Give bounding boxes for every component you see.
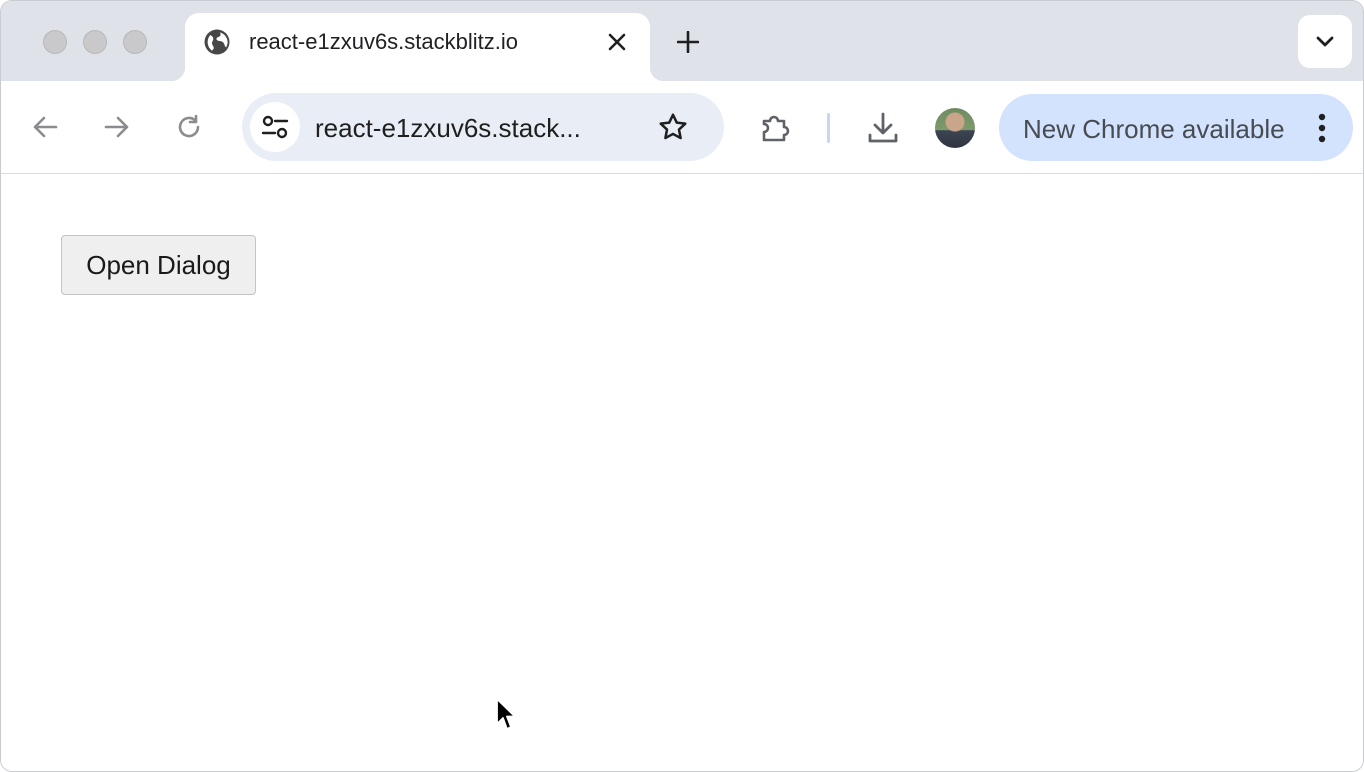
- update-chrome-chip[interactable]: New Chrome available: [999, 94, 1353, 161]
- back-button[interactable]: [27, 109, 63, 145]
- globe-icon: [202, 27, 232, 57]
- kebab-icon[interactable]: [1304, 108, 1340, 148]
- page-content: Open Dialog: [1, 175, 1363, 771]
- toolbar-divider: [827, 113, 830, 143]
- download-icon[interactable]: [863, 108, 903, 148]
- tab-strip: react-e1zxuv6s.stackblitz.io: [1, 1, 1363, 81]
- tab-title: react-e1zxuv6s.stackblitz.io: [249, 29, 518, 54]
- forward-button[interactable]: [99, 109, 135, 145]
- minimize-window-button[interactable]: [83, 30, 107, 54]
- tab-search-button[interactable]: [1298, 15, 1352, 68]
- tune-icon[interactable]: [250, 102, 300, 152]
- chevron-down-icon: [1316, 36, 1334, 48]
- url-text[interactable]: react-e1zxuv6s.stack...: [315, 113, 581, 144]
- plus-icon[interactable]: [671, 25, 705, 59]
- update-chip-label: New Chrome available: [1023, 114, 1285, 144]
- avatar[interactable]: [935, 108, 975, 148]
- close-window-button[interactable]: [43, 30, 67, 54]
- maximize-window-button[interactable]: [123, 30, 147, 54]
- open-dialog-button[interactable]: Open Dialog: [61, 235, 256, 295]
- mouse-cursor-icon: [495, 697, 519, 733]
- arrow-right-icon: [104, 116, 129, 138]
- active-tab[interactable]: react-e1zxuv6s.stackblitz.io: [171, 13, 664, 81]
- address-bar[interactable]: react-e1zxuv6s.stack...: [242, 93, 724, 161]
- close-tab-icon[interactable]: [603, 28, 631, 56]
- star-icon[interactable]: [655, 109, 691, 145]
- arrow-left-icon: [33, 116, 58, 138]
- reload-icon: [178, 114, 200, 138]
- browser-window: react-e1zxuv6s.stackblitz.io react-e1zxu…: [0, 0, 1364, 772]
- puzzle-icon[interactable]: [757, 108, 795, 146]
- toolbar: react-e1zxuv6s.stack... New Chrome avail…: [1, 81, 1363, 174]
- reload-button[interactable]: [171, 109, 207, 145]
